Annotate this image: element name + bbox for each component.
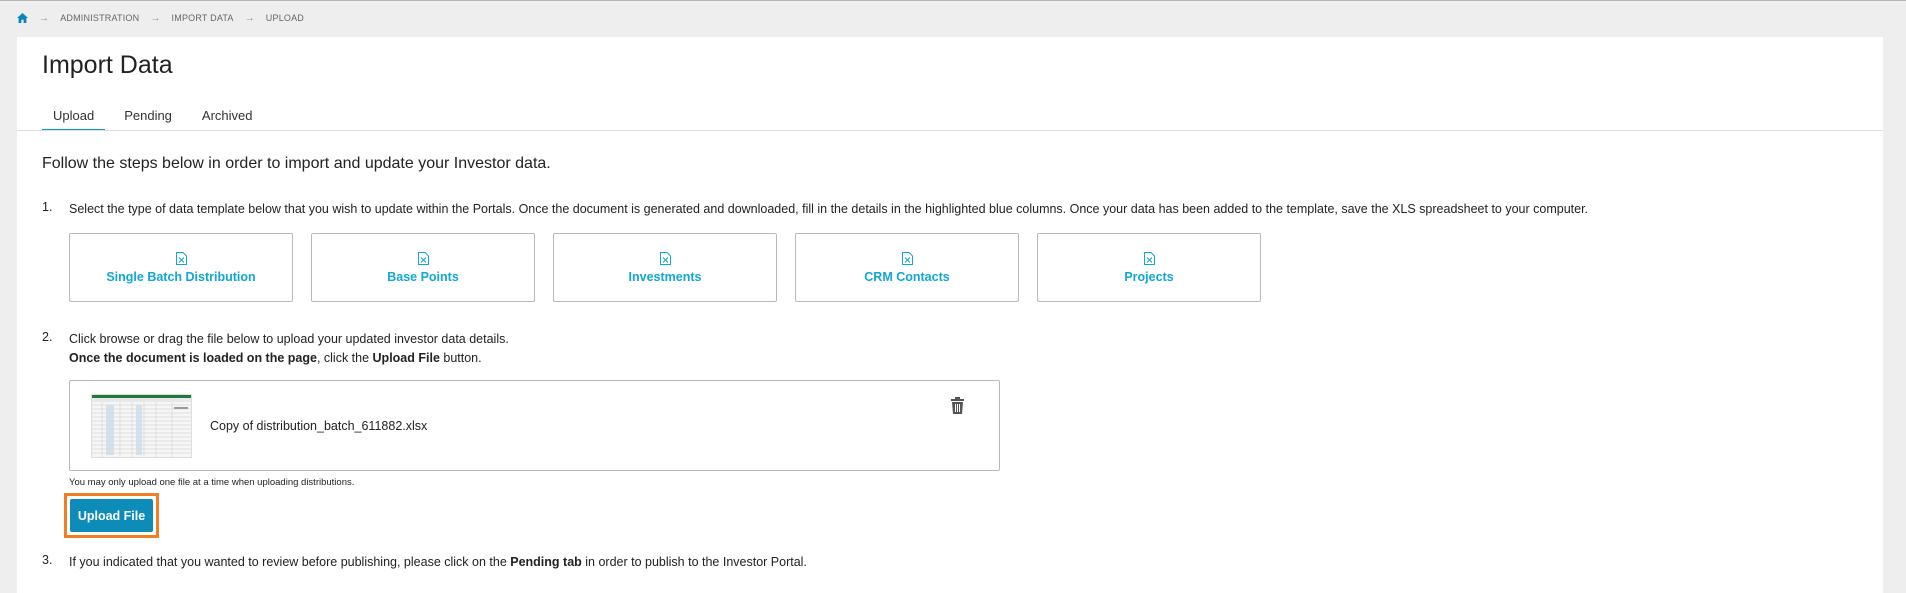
- home-icon[interactable]: [17, 13, 28, 24]
- tab-upload[interactable]: Upload: [42, 102, 106, 131]
- breadcrumb-arrow-icon: →: [150, 12, 161, 24]
- template-label: Investments: [628, 269, 702, 284]
- step-3-text: If you indicated that you wanted to revi…: [69, 553, 807, 572]
- template-projects-button[interactable]: Projects: [1037, 233, 1261, 302]
- template-list: Single Batch Distribution Base Points In…: [69, 233, 1261, 302]
- step-2-line-1: Click browse or drag the file below to u…: [69, 332, 509, 346]
- template-label: Single Batch Distribution: [106, 269, 256, 284]
- step-1-text: Select the type of data template below t…: [69, 202, 1589, 216]
- main-panel: Import Data Upload Pending Archived Foll…: [17, 37, 1883, 593]
- template-base-points-button[interactable]: Base Points: [311, 233, 535, 302]
- excel-file-icon: [1143, 251, 1155, 265]
- breadcrumb-arrow-icon: →: [39, 12, 50, 24]
- step-2-bold: Once the document is loaded on the page: [69, 351, 317, 365]
- excel-file-icon: [175, 251, 187, 265]
- step-3-post: in order to publish to the Investor Port…: [581, 555, 807, 569]
- step-3-number: 3.: [42, 553, 53, 567]
- template-label: CRM Contacts: [864, 269, 950, 284]
- tab-bar: Upload Pending Archived: [42, 102, 264, 131]
- step-3-pre: If you indicated that you wanted to revi…: [69, 555, 511, 569]
- step-3-bold: Pending tab: [510, 555, 582, 569]
- template-single-batch-distribution-button[interactable]: Single Batch Distribution: [69, 233, 293, 302]
- step-2-bold-button-name: Upload File: [372, 351, 440, 365]
- template-label: Projects: [1124, 269, 1174, 284]
- trash-icon[interactable]: [950, 397, 965, 414]
- uploaded-file-name: Copy of distribution_batch_611882.xlsx: [210, 419, 428, 433]
- template-crm-contacts-button[interactable]: CRM Contacts: [795, 233, 1019, 302]
- step-2-mid: , click the: [316, 351, 373, 365]
- breadcrumb-arrow-icon: →: [244, 12, 255, 24]
- upload-button-highlight: Upload File: [64, 493, 159, 538]
- page-title: Import Data: [42, 51, 173, 79]
- file-thumbnail: [91, 394, 192, 458]
- tab-pending[interactable]: Pending: [113, 102, 183, 131]
- excel-file-icon: [417, 251, 429, 265]
- step-2-line-2: Once the document is loaded on the page,…: [69, 349, 509, 368]
- breadcrumb-administration[interactable]: ADMINISTRATION: [60, 13, 139, 23]
- upload-file-button[interactable]: Upload File: [70, 499, 153, 532]
- excel-file-icon: [659, 251, 671, 265]
- breadcrumb-upload: UPLOAD: [265, 13, 305, 23]
- intro-text: Follow the steps below in order to impor…: [42, 155, 551, 172]
- template-label: Base Points: [387, 269, 459, 284]
- step-2-end: button.: [439, 351, 482, 365]
- breadcrumb-import-data[interactable]: IMPORT DATA: [172, 13, 234, 23]
- template-investments-button[interactable]: Investments: [553, 233, 777, 302]
- step-1-number: 1.: [42, 200, 53, 214]
- step-2-text: Click browse or drag the file below to u…: [69, 330, 509, 368]
- tab-divider: [17, 130, 1883, 131]
- file-dropzone[interactable]: Copy of distribution_batch_611882.xlsx: [69, 380, 1000, 471]
- excel-file-icon: [901, 251, 913, 265]
- top-border: [0, 0, 1906, 1]
- step-2-number: 2.: [42, 330, 53, 344]
- tab-archived[interactable]: Archived: [191, 102, 264, 131]
- breadcrumb: → ADMINISTRATION → IMPORT DATA → UPLOAD: [17, 11, 304, 25]
- upload-hint: You may only upload one file at a time w…: [69, 477, 355, 488]
